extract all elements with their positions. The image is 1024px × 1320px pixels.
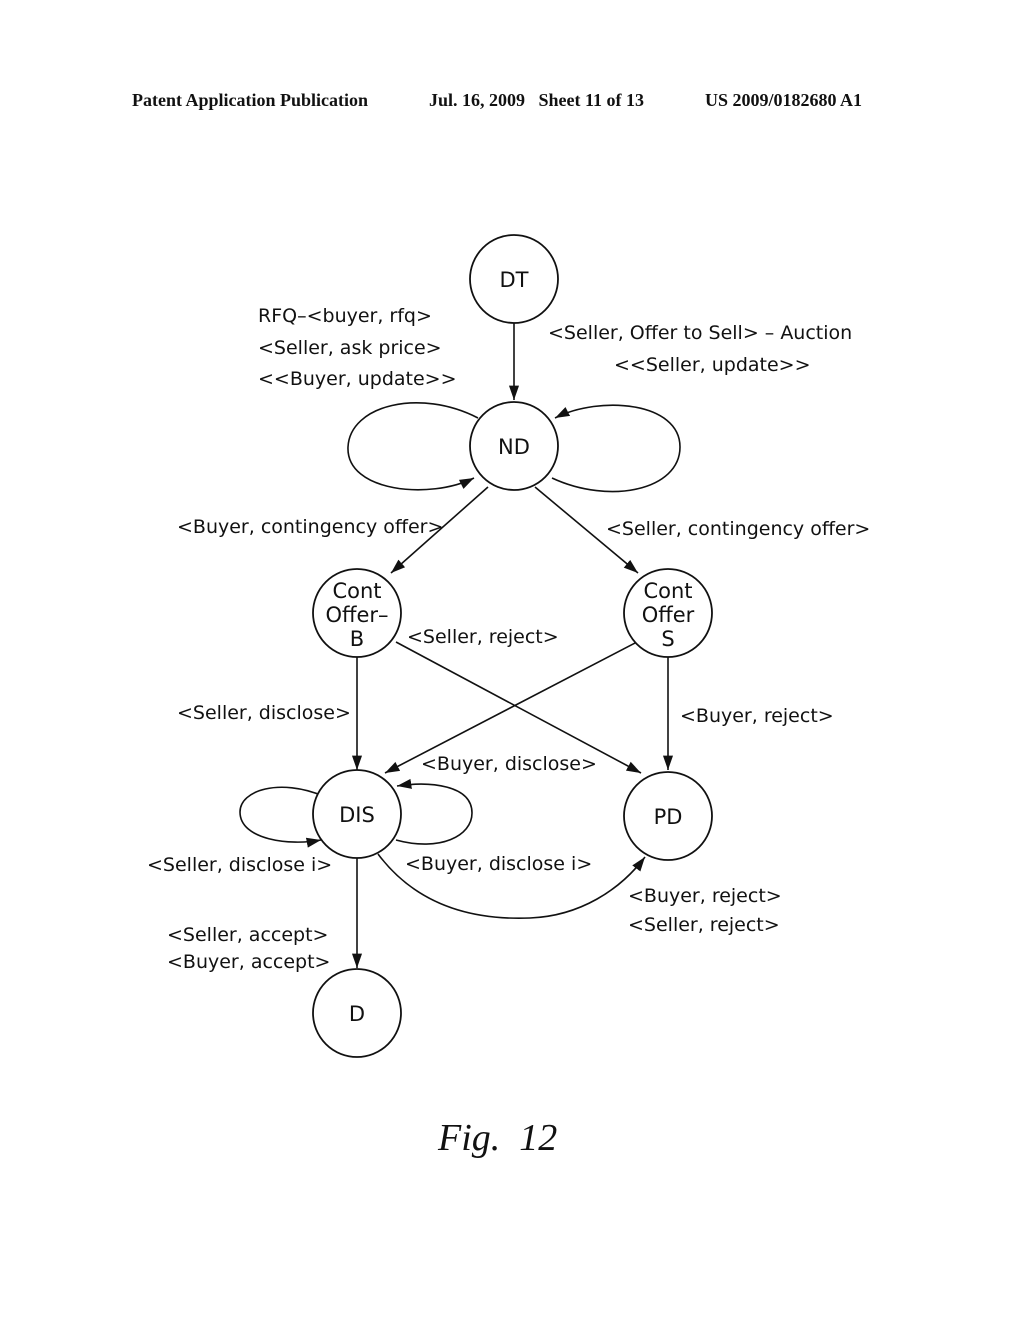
label-nd-left-loop-1: RFQ–<buyer, rfq> xyxy=(258,305,432,327)
node-d: D xyxy=(312,968,402,1058)
node-cont-offer-s-line3: S xyxy=(661,627,674,651)
label-cont-offer-s-to-dis: <Buyer, disclose> xyxy=(421,753,597,775)
node-pd-label: PD xyxy=(654,805,683,829)
label-dt-to-nd-1: <Seller, Offer to Sell> – Auction xyxy=(548,322,852,344)
node-dis-label: DIS xyxy=(339,803,375,827)
node-cont-offer-b-line2: Offer– xyxy=(325,603,388,627)
label-cont-offer-s-to-pd: <Buyer, reject> xyxy=(680,705,834,727)
label-dt-to-nd-2: <<Seller, update>> xyxy=(614,354,811,376)
edge-nd-right-loop xyxy=(551,404,681,493)
node-d-label: D xyxy=(349,1002,365,1026)
label-dis-to-d-1: <Seller, accept> xyxy=(167,924,328,946)
label-dis-to-pd-2: <Seller, reject> xyxy=(628,914,780,936)
node-dt-label: DT xyxy=(500,268,529,292)
label-dis-to-d-2: <Buyer, accept> xyxy=(167,951,330,973)
figure-caption: Fig. 12 xyxy=(437,1117,557,1159)
state-diagram: DT ND Cont Offer– B Cont Offer S DIS PD … xyxy=(147,234,870,1159)
node-dt: DT xyxy=(469,234,559,324)
label-cont-offer-b-to-pd: <Seller, reject> xyxy=(407,626,559,648)
label-dis-right-loop: <Buyer, disclose i> xyxy=(405,853,592,875)
node-cont-offer-s-line1: Cont xyxy=(643,579,692,603)
node-pd: PD xyxy=(623,771,713,861)
node-cont-offer-s-line2: Offer xyxy=(642,603,695,627)
node-dis: DIS xyxy=(312,769,402,859)
label-dis-to-pd-1: <Buyer, reject> xyxy=(628,885,782,907)
label-cont-offer-b-to-dis: <Seller, disclose> xyxy=(177,702,351,724)
label-nd-to-cont-offer-b: <Buyer, contingency offer> xyxy=(177,516,443,538)
edge-nd-left-loop xyxy=(347,402,479,491)
label-dis-left-loop: <Seller, disclose i> xyxy=(147,854,332,876)
node-cont-offer-b-line1: Cont xyxy=(332,579,381,603)
node-nd-label: ND xyxy=(498,435,530,459)
node-cont-offer-b: Cont Offer– B xyxy=(312,568,402,658)
label-nd-left-loop-3: <<Buyer, update>> xyxy=(258,368,457,390)
label-nd-left-loop-2: <Seller, ask price> xyxy=(258,337,442,359)
edge-dis-right-loop xyxy=(395,778,473,845)
node-cont-offer-s: Cont Offer S xyxy=(623,568,713,658)
node-cont-offer-b-line3: B xyxy=(350,627,364,651)
edge-dis-left-loop xyxy=(239,786,324,848)
node-nd: ND xyxy=(469,401,559,491)
label-nd-to-cont-offer-s: <Seller, contingency offer> xyxy=(606,518,870,540)
